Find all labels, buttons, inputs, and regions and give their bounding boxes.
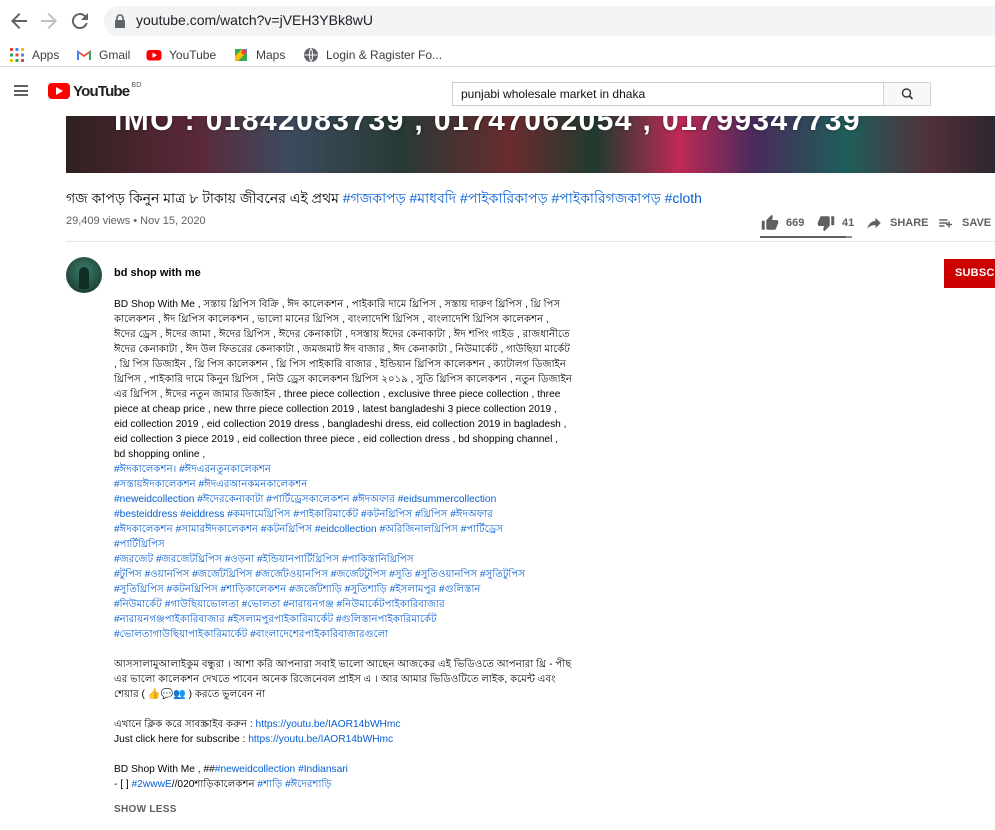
maps-icon [235,49,247,61]
hashtag-line[interactable]: #পার্টিথ্রিপিস [114,537,572,552]
bookmarks-bar: Apps Gmail YouTube Maps Login & Ragister… [0,42,995,67]
divider [66,241,995,242]
video-title: গজ কাপড় কিনুন মাত্র ৮ টাকায় জীবনের এই … [66,187,702,211]
bookmark-youtube[interactable]: YouTube [146,45,216,65]
like-ratio-bar [760,236,852,238]
bookmark-label: Gmail [99,48,131,62]
country-code: BD [131,81,142,89]
dislike-count: 41 [842,217,855,229]
channel-avatar[interactable] [66,257,102,293]
hashtag-link[interactable]: #Indiansari [298,764,348,775]
apps-grid-icon [10,48,24,62]
hashtag-list: #ঈদকালেকশন। #ঈদএরনতুনকালেকশন #সস্তায়ঈদক… [114,462,572,642]
hashtag-line[interactable]: #টুপিস #ওয়ানপিস #জর্জেটথ্রিপিস #জর্জেটও… [114,567,572,582]
greeting-paragraph: আসসালামুআলাইকুম বন্ধুরা । আশা করি আপনারা… [114,659,572,700]
search-input[interactable]: punjabi wholesale market in dhaka [452,82,883,106]
youtube-header: YouTube BD punjabi wholesale market in d… [0,68,995,116]
search-icon [901,88,914,100]
view-count: 29,409 views • Nov 15, 2020 [66,215,206,227]
show-less-button[interactable]: SHOW LESS [114,804,177,815]
bookmark-apps[interactable]: Apps [9,45,59,65]
hashtag-line[interactable]: #besteiddress #eiddress #কমদামেথ্রিপিস #… [114,507,572,522]
subscribe-button[interactable]: SUBSCR [944,259,995,288]
hashtag-line[interactable]: #নিউমার্কেট #গাউছিয়াভোলতা #ভোলতা #নারায… [114,597,572,612]
footer-line: - [ ] #2wwwE//020শাড়িকালেকশন #শাড়ি #ঈদ… [114,777,572,792]
hashtag-link[interactable]: #2wwwE [132,779,172,790]
url-text: youtube.com/watch?v=jVEH3YBk8wU [136,12,373,28]
title-text: গজ কাপড় কিনুন মাত্র ৮ টাকায় জীবনের এই … [66,190,343,206]
playlist-add-icon [939,219,952,228]
description-footer: BD Shop With Me , ###neweidcollection #I… [114,762,572,792]
subscribe-links: এখানে ক্লিক করে সাবস্ক্রাইব করুন : https… [114,717,572,747]
footer-prefix: - [ ] [114,779,132,790]
bookmark-label: Login & Ragister Fo... [326,48,443,62]
hashtag-line[interactable]: #জরজেট #জরজেটথ্রিপিস #ওড়না #ইন্ডিয়ানপা… [114,552,572,567]
bookmark-gmail[interactable]: Gmail [76,45,130,65]
logo-text: YouTube [73,82,130,100]
browser-toolbar: youtube.com/watch?v=jVEH3YBk8wU [0,0,995,42]
like-ratio-fill [760,236,847,238]
lock-icon [115,14,125,28]
thumbs-up-icon [761,214,779,230]
hashtag-line[interactable]: #ভোলতাগাউছিয়াপাইকারিমার্কেট #বাংলাদেশের… [114,627,572,642]
youtube-play-icon [48,83,70,99]
gmail-icon [77,50,91,60]
video-overlay-text: IMO : 01842083739 , 01747062054 , 017993… [114,116,861,137]
hashtag-line[interactable]: #neweidcollection #ঈদেরকেনাকাটা #পার্টিড… [114,492,572,507]
bookmark-label: YouTube [169,48,217,62]
footer-line: BD Shop With Me , ###neweidcollection #I… [114,762,572,777]
description-paragraph: BD Shop With Me , সস্তায় থ্রিপিস বিক্রি… [114,299,572,460]
subscribe-line-bn: এখানে ক্লিক করে সাবস্ক্রাইব করুন : https… [114,717,572,732]
youtube-logo[interactable]: YouTube BD [48,81,142,100]
like-count: 669 [786,217,805,229]
subscribe-en-prefix: Just click here for subscribe : [114,734,249,745]
save-button[interactable]: SAVE [936,213,991,233]
share-label: SHARE [890,217,929,229]
hashtag-link[interactable]: #ঈদেরশাড়ি [285,779,332,790]
hashtag-line[interactable]: #ঈদকালেকশন #সামারঈদকালেকশন #কটনথ্রিপিস #… [114,522,572,537]
hashtag-link[interactable]: #neweidcollection [215,764,295,775]
channel-name[interactable]: bd shop with me [114,267,201,279]
subscribe-link[interactable]: https://youtu.be/IAOR14bWHmc [248,734,393,745]
footer-text: //020শাড়িকালেকশন [171,779,258,790]
title-hashtags[interactable]: #গজকাপড় #মাধবদি #পাইকারিকাপড় #পাইকারিগ… [343,190,702,206]
hashtag-line[interactable]: #নারায়নগঞ্জপাইকারিবাজার #ইসলামপুরপাইকার… [114,612,572,627]
forward-arrow-icon[interactable] [37,9,61,33]
back-arrow-icon[interactable] [7,9,31,33]
share-button[interactable]: SHARE [864,213,929,233]
menu-icon[interactable] [14,85,28,96]
search-button[interactable] [883,82,931,106]
globe-icon [304,48,318,62]
like-button[interactable]: 669 [760,213,804,233]
thumbs-down-icon [817,216,835,232]
video-description: BD Shop With Me , সস্তায় থ্রিপিস বিক্রি… [114,297,572,792]
youtube-icon [146,50,162,61]
bookmark-maps[interactable]: Maps [233,45,285,65]
hashtag-line[interactable]: #ঈদকালেকশন। #ঈদএরনতুনকালেকশন [114,462,572,477]
hashtag-line[interactable]: #সস্তায়ঈদকালেকশন #ঈদএরআনকমনকালেকশন [114,477,572,492]
dislike-button[interactable]: 41 [816,213,854,233]
hashtag-link[interactable]: #শাড়ি [257,779,282,790]
subscribe-line-en: Just click here for subscribe : https://… [114,732,572,747]
hashtag-line[interactable]: #সুতিথ্রিপিস #কটনথ্রিপিস #শাড়িকালেকশন #… [114,582,572,597]
save-label: SAVE [962,217,992,229]
bookmark-label: Maps [256,48,286,62]
bookmark-login[interactable]: Login & Ragister Fo... [303,45,442,65]
address-bar[interactable]: youtube.com/watch?v=jVEH3YBk8wU [104,6,995,36]
bookmark-label: Apps [32,48,60,62]
subscribe-link[interactable]: https://youtu.be/IAOR14bWHmc [256,719,401,730]
subscribe-bn-prefix: এখানে ক্লিক করে সাবস্ক্রাইব করুন : [114,719,256,730]
share-icon [867,217,881,229]
video-player[interactable]: IMO : 01842083739 , 01747062054 , 017993… [66,116,995,173]
footer-prefix: BD Shop With Me , ## [114,764,215,775]
reload-icon[interactable] [68,9,92,33]
